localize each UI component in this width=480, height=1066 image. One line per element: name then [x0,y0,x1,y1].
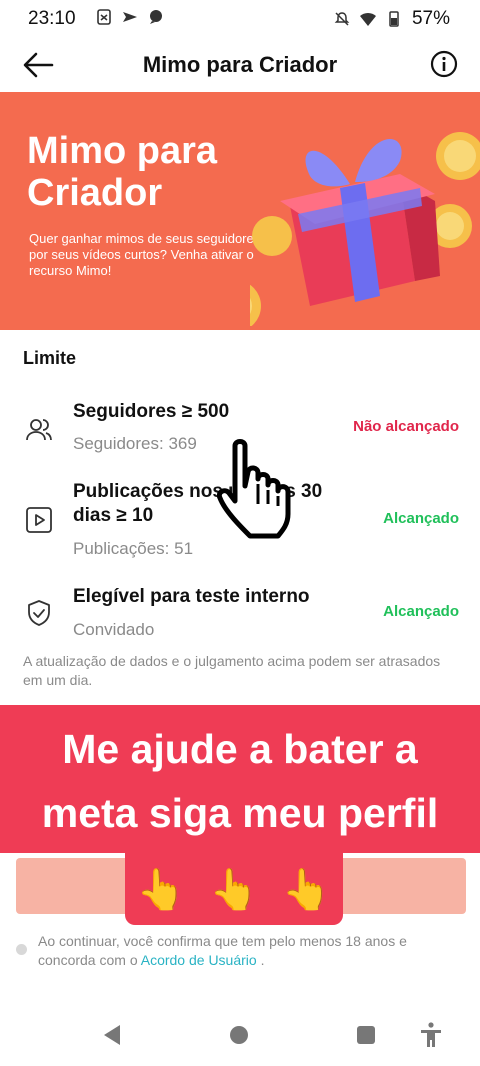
followers-icon [26,419,52,441]
nav-back-icon[interactable] [102,1024,122,1046]
nav-home-icon[interactable] [230,1026,248,1044]
banner-headline: Mimo para Criador [27,130,218,214]
consent-text: Ao continuar, você confirma que tem pelo… [38,932,466,970]
send-icon [123,12,137,22]
hero-banner: Mimo para Criador Quer ganhar mimos de s… [0,92,480,330]
caption-line-1: Me ajude a bater a [62,726,418,772]
limit-posts-status: Alcançado [383,510,459,527]
mute-icon [334,12,350,26]
wifi-icon [359,12,376,26]
battery-level: 57% [411,8,450,29]
limit-internal-test-detail: Convidado [73,620,155,639]
nav-recents-icon[interactable] [357,1026,375,1044]
system-icons: 57% [334,8,450,30]
pointing-up-emoji: 👆 [209,867,259,912]
system-navigation-bar [0,1000,480,1066]
limit-internal-test-status: Alcançado [383,603,459,620]
caption-line-2: meta siga meu perfil [41,790,439,836]
limit-followers-title: Seguidores ≥ 500 [73,401,230,422]
limit-followers-status: Não alcançado [353,418,459,435]
consent-radio[interactable] [16,944,27,955]
accessibility-icon[interactable] [420,1022,442,1048]
notification-icons [96,9,164,25]
limit-posts-title: Publicações nos últimos 30 dias ≥ 10 [73,481,323,526]
chat-icon [150,10,162,24]
age-consent: Ao continuar, você confirma que tem pelo… [16,932,466,970]
consent-suffix: . [256,952,265,968]
limit-followers-detail: Seguidores: 369 [73,434,197,453]
gift-illustration [250,132,480,326]
pointing-emojis: 👆 👆 👆 [125,853,343,925]
limits-title: Limite [23,348,77,368]
battery-icon [389,11,399,27]
video-caption-overlay: Me ajude a bater a meta siga meu perfil [0,705,480,853]
sim-icon [97,9,111,25]
video-icon [26,507,52,533]
pointing-up-emoji: 👆 [136,867,187,912]
user-agreement-link[interactable]: Acordo de Usuário [141,952,257,968]
limit-internal-test-title: Elegível para teste interno [73,586,310,607]
info-icon[interactable] [430,50,458,78]
limit-posts-detail: Publicações: 51 [73,539,194,558]
status-bar: 23:10 57% [0,0,480,36]
top-app-bar: Mimo para Criador [0,36,480,92]
shield-check-icon [28,600,50,626]
page-title: Mimo para Criador [142,52,338,77]
data-delay-note: A atualização de dados e o julgamento ac… [23,653,441,688]
pointing-up-emoji: 👆 [281,867,332,912]
status-time: 23:10 [28,8,76,29]
hand-cursor-icon [216,439,291,539]
banner-subtitle: Quer ganhar mimos de seus seguidores por… [29,231,261,278]
